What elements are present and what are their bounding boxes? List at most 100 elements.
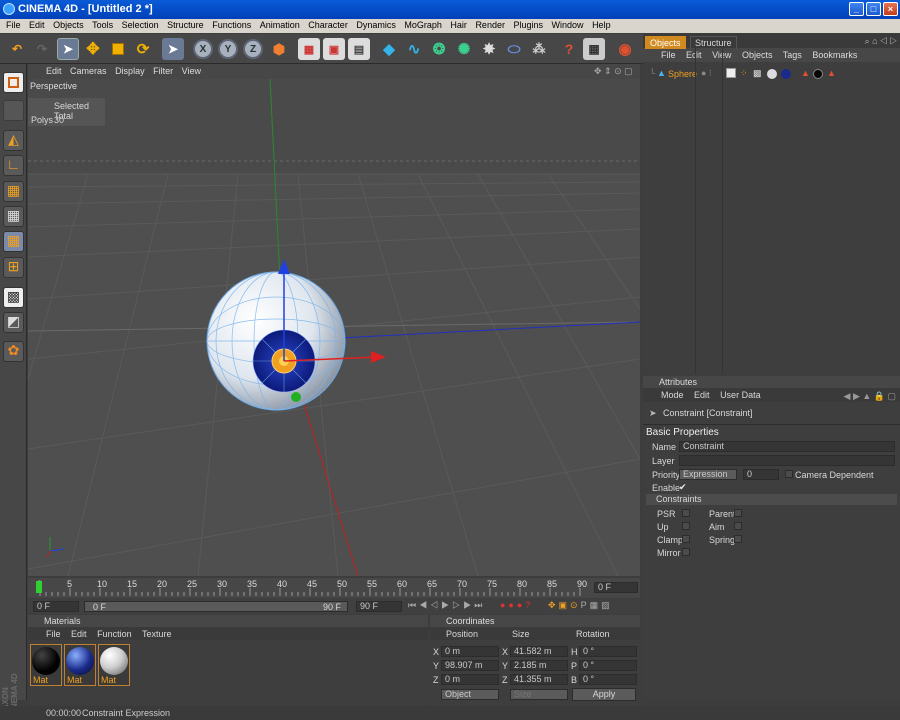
- layout-switch-icon[interactable]: ◉: [614, 38, 636, 60]
- tag-extra-icon[interactable]: ▲: [801, 68, 810, 78]
- menu-objects[interactable]: Objects: [47, 19, 84, 30]
- position-y-field[interactable]: 98.907 m: [441, 660, 499, 671]
- texture-tag-icon[interactable]: ▩: [753, 68, 762, 79]
- priority-dropdown[interactable]: Expression: [679, 469, 737, 480]
- mat-menu-edit[interactable]: Edit: [71, 629, 87, 639]
- current-frame-field[interactable]: 0 F: [594, 582, 638, 593]
- mat-menu-texture[interactable]: Texture: [142, 629, 172, 639]
- priority-number[interactable]: 0: [743, 469, 779, 480]
- tab-objects[interactable]: Objects: [645, 36, 686, 49]
- tag-extra-2-icon[interactable]: ▲: [827, 68, 836, 78]
- object-name[interactable]: Sphere: [668, 69, 697, 79]
- menu-render[interactable]: Render: [469, 19, 505, 30]
- x-axis-button[interactable]: X: [192, 38, 214, 60]
- layer-field[interactable]: [679, 455, 895, 466]
- paint-icon[interactable]: ✿: [3, 341, 24, 362]
- scene-object-icon[interactable]: ⬭: [503, 38, 525, 60]
- menu-file[interactable]: File: [0, 19, 21, 30]
- playback-controls[interactable]: ⏮◀◁▶▷▶⏭: [408, 600, 485, 611]
- size-x-field[interactable]: 41.582 m: [510, 646, 568, 657]
- mat-menu-file[interactable]: File: [46, 629, 61, 639]
- mirror-checkbox[interactable]: [682, 548, 690, 556]
- layout-icon[interactable]: ▦: [583, 38, 605, 60]
- menu-window[interactable]: Window: [546, 19, 584, 30]
- size-z-field[interactable]: 41.355 m: [510, 674, 568, 685]
- minimize-button[interactable]: _: [849, 2, 864, 16]
- menu-mograph[interactable]: MoGraph: [398, 19, 442, 30]
- attr-menu-user-data[interactable]: User Data: [720, 390, 761, 400]
- rotation-h-field[interactable]: 0 °: [579, 646, 637, 657]
- live-select-icon[interactable]: ➤: [162, 38, 184, 60]
- make-editable-icon[interactable]: [3, 100, 24, 121]
- snap-icon[interactable]: ◩: [3, 312, 24, 333]
- material-tag-blue-icon[interactable]: [781, 69, 791, 79]
- up-checkbox[interactable]: [682, 522, 690, 530]
- vp-menu-filter[interactable]: Filter: [153, 64, 179, 76]
- tab-structure[interactable]: Structure: [690, 36, 737, 49]
- edges-mode-icon[interactable]: ▦: [3, 206, 24, 227]
- render-view-icon[interactable]: ▦: [298, 38, 320, 60]
- texture-axis-icon[interactable]: ◭: [3, 130, 24, 151]
- obj-nav-icons[interactable]: ⌕ ⌂ ◁ ▷: [865, 36, 897, 47]
- y-axis-button[interactable]: Y: [217, 38, 239, 60]
- menu-selection[interactable]: Selection: [116, 19, 159, 30]
- menu-dynamics[interactable]: Dynamics: [350, 19, 396, 30]
- nurbs-icon[interactable]: ❂: [428, 38, 450, 60]
- viewport[interactable]: Perspective Selected Total Polys 30: [28, 79, 640, 576]
- points-mode-icon[interactable]: ▦: [3, 181, 24, 202]
- psr-checkbox[interactable]: [682, 509, 690, 517]
- deformer-icon[interactable]: ✸: [478, 38, 500, 60]
- tag-icon[interactable]: ⁘: [740, 68, 748, 79]
- position-x-field[interactable]: 0 m: [441, 646, 499, 657]
- vp-menu-edit[interactable]: Edit: [28, 64, 68, 76]
- menu-structure[interactable]: Structure: [161, 19, 204, 30]
- attr-menu-edit[interactable]: Edit: [694, 390, 710, 400]
- attr-menu-mode[interactable]: Mode: [661, 390, 684, 400]
- obj-menu-file[interactable]: File: [661, 50, 676, 60]
- clamp-checkbox[interactable]: [682, 535, 690, 543]
- help-icon[interactable]: ?: [558, 38, 580, 60]
- name-field[interactable]: Constraint: [679, 441, 895, 452]
- key-controls[interactable]: ✥▣⊙P▦▨: [548, 600, 613, 611]
- size-mode-dropdown[interactable]: Size: [510, 689, 568, 700]
- vp-menu-cameras[interactable]: Cameras: [70, 64, 113, 76]
- menu-animation[interactable]: Animation: [254, 19, 300, 30]
- menu-tools[interactable]: Tools: [86, 19, 113, 30]
- apply-button[interactable]: Apply: [572, 688, 636, 701]
- menu-help[interactable]: Help: [586, 19, 611, 30]
- record-controls[interactable]: ●●●?: [500, 600, 533, 610]
- position-z-field[interactable]: 0 m: [441, 674, 499, 685]
- rotate-icon[interactable]: ⟳: [132, 38, 154, 60]
- checker-icon[interactable]: ▩: [3, 287, 24, 308]
- cube-icon[interactable]: ◆: [378, 38, 400, 60]
- maximize-button[interactable]: □: [866, 2, 881, 16]
- obj-menu-bookmarks[interactable]: Bookmarks: [812, 50, 857, 60]
- material-swatch-3[interactable]: Mat: [98, 644, 130, 686]
- attr-nav-icons[interactable]: ◀ ▶ ▲ 🔒 ▢: [844, 391, 896, 402]
- material-swatch-2[interactable]: Mat: [64, 644, 96, 686]
- material-swatch-1[interactable]: Mat: [30, 644, 62, 686]
- aim-checkbox[interactable]: [734, 522, 742, 530]
- camera-light-icon[interactable]: ⁂: [528, 38, 550, 60]
- object-row-sphere[interactable]: └ ▲ Sphere ● ⁝ ⁘ ▩ ▲ ▲: [643, 68, 900, 82]
- uv-mode-icon[interactable]: ⊞: [3, 257, 24, 278]
- start-frame-field[interactable]: 0 F: [33, 601, 79, 612]
- menu-character[interactable]: Character: [302, 19, 348, 30]
- camera-dependent-checkbox[interactable]: [785, 470, 793, 478]
- constraints-group-header[interactable]: Constraints: [646, 494, 897, 505]
- mat-menu-function[interactable]: Function: [97, 629, 132, 639]
- array-icon[interactable]: ✺: [453, 38, 475, 60]
- visibility-dots-icon[interactable]: ● ⁝: [701, 68, 712, 79]
- constraint-tag-icon[interactable]: [726, 68, 736, 78]
- rotation-p-field[interactable]: 0 °: [579, 660, 637, 671]
- menu-hair[interactable]: Hair: [444, 19, 467, 30]
- render-settings-icon[interactable]: ▤: [348, 38, 370, 60]
- spline-pen-icon[interactable]: ∿: [403, 38, 425, 60]
- select-pointer-icon[interactable]: ➤: [57, 38, 79, 60]
- obj-menu-objects[interactable]: Objects: [742, 50, 773, 60]
- frame-range-slider[interactable]: 0 F 90 F: [84, 601, 348, 612]
- coord-mode-dropdown[interactable]: Object: [441, 689, 499, 700]
- material-tag-black-icon[interactable]: [813, 69, 823, 79]
- viewport-nav-icons[interactable]: ✥ ⇕ ⊙ ▢: [594, 64, 639, 77]
- menu-plugins[interactable]: Plugins: [507, 19, 543, 30]
